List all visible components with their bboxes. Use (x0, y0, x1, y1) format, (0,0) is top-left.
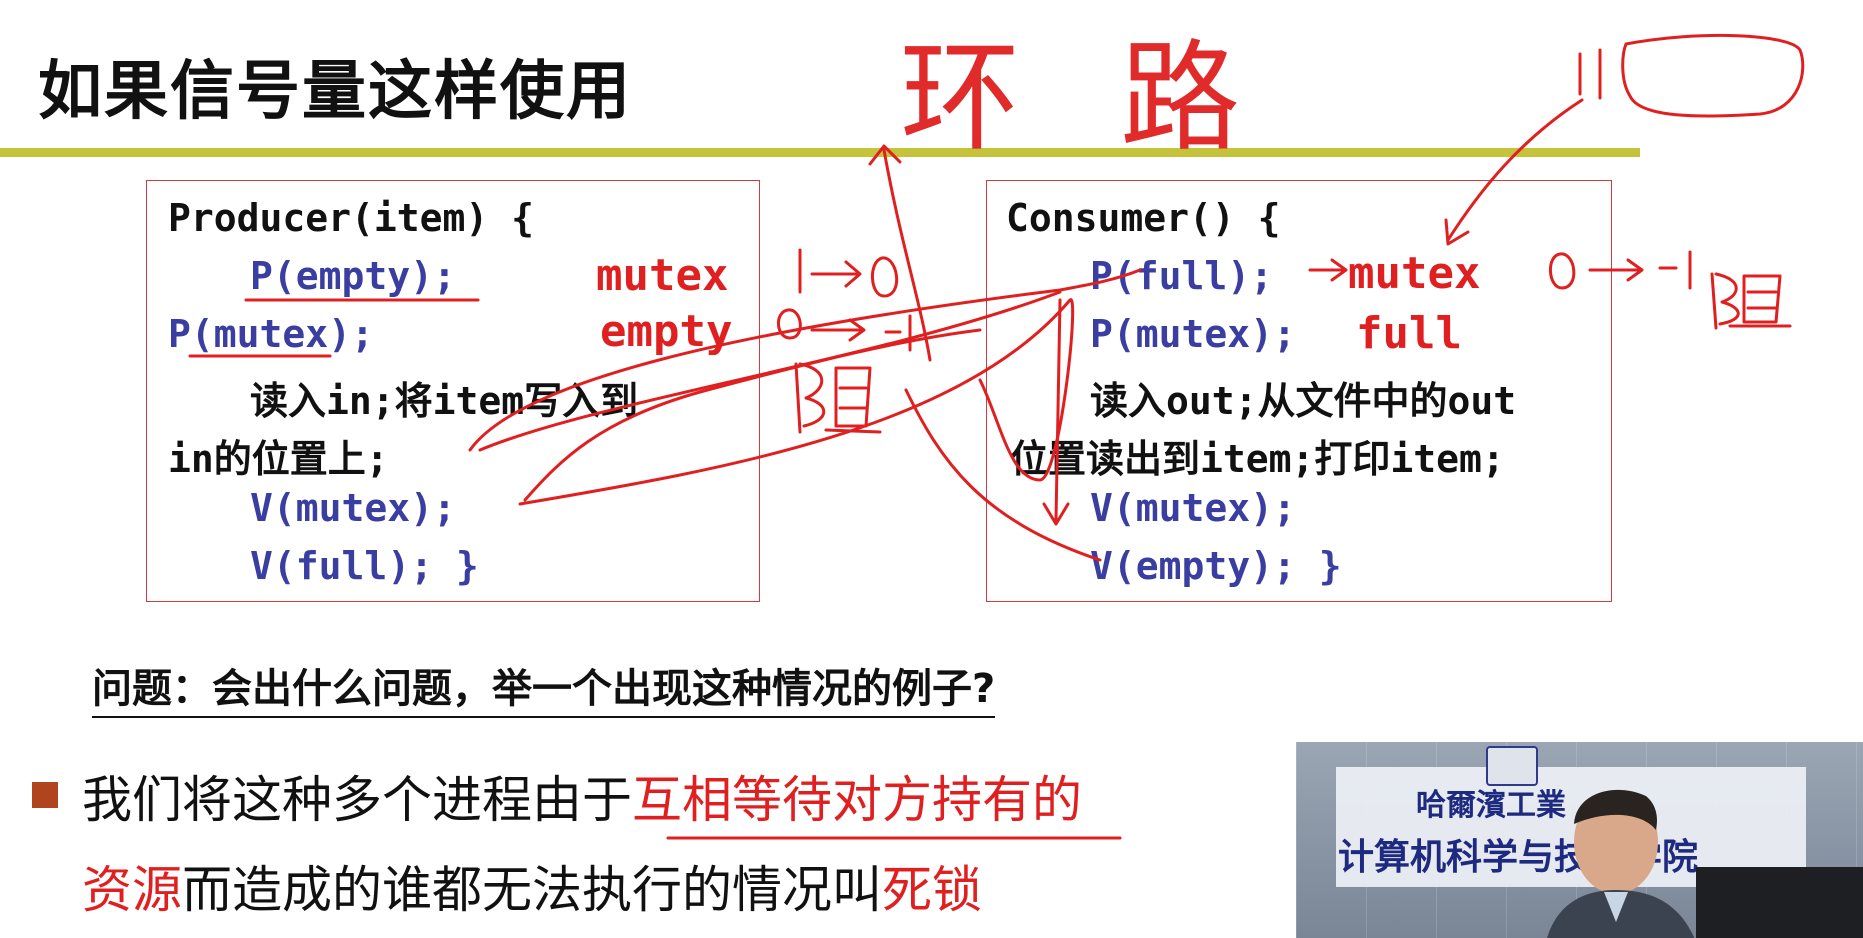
consumer-line-4: 读入out;从文件中的out (1090, 379, 1517, 423)
question-text: 问题：会出什么问题，举一个出现这种情况的例子? (92, 656, 996, 718)
consumer-line-6: V(mutex); (1090, 486, 1296, 530)
consumer-line-2: P(full); (1090, 254, 1274, 298)
consumer-line-3: P(mutex); (1090, 312, 1296, 356)
statement-line-1b: 互相等待对方持有的 (632, 771, 1082, 829)
video-university-name: 哈爾濱工業 (1416, 788, 1566, 823)
producer-line-4: 读入in;将item写入到 (250, 379, 639, 423)
statement-line-2b: 而造成的谁都无法执行的情况叫 (182, 861, 882, 919)
consumer-line-7: V(empty); } (1090, 544, 1342, 588)
producer-line-3: P(mutex); (168, 312, 374, 356)
title-divider (0, 148, 1640, 157)
producer-line-1: Producer(item) { (168, 196, 535, 240)
statement-line-1: 我们将这种多个进程由于互相等待对方持有的 (82, 760, 1082, 832)
statement-line-2c: 死锁 (882, 861, 982, 919)
slide-title: 如果信号量这样使用 (38, 55, 632, 129)
consumer-line-5: 位置读出到item;打印item; (1010, 437, 1505, 481)
annotation-empty-left: empty (600, 306, 733, 357)
annotation-loop-handwriting: 环路 (900, 29, 1340, 168)
producer-line-2: P(empty); (250, 254, 456, 298)
lecturer-figure (1547, 789, 1695, 938)
annotation-mutex-left: mutex (596, 250, 729, 301)
producer-line-5: in的位置上; (168, 437, 389, 481)
statement-line-1a: 我们将这种多个进程由于 (82, 771, 632, 829)
consumer-line-1: Consumer() { (1006, 196, 1281, 240)
statement-line-2a: 资源 (82, 861, 182, 919)
annotation-mutex-right: mutex (1348, 248, 1481, 299)
producer-line-7: V(full); } (250, 544, 479, 588)
annotation-full-right: full (1356, 308, 1462, 359)
bullet-square-icon (32, 782, 58, 808)
video-monitor (1696, 867, 1863, 938)
statement-line-2: 资源而造成的谁都无法执行的情况叫死锁 (82, 850, 982, 922)
lecturer-video: 哈爾濱工業 计算机科学与技术学院 (1296, 742, 1863, 938)
producer-line-6: V(mutex); (250, 486, 456, 530)
